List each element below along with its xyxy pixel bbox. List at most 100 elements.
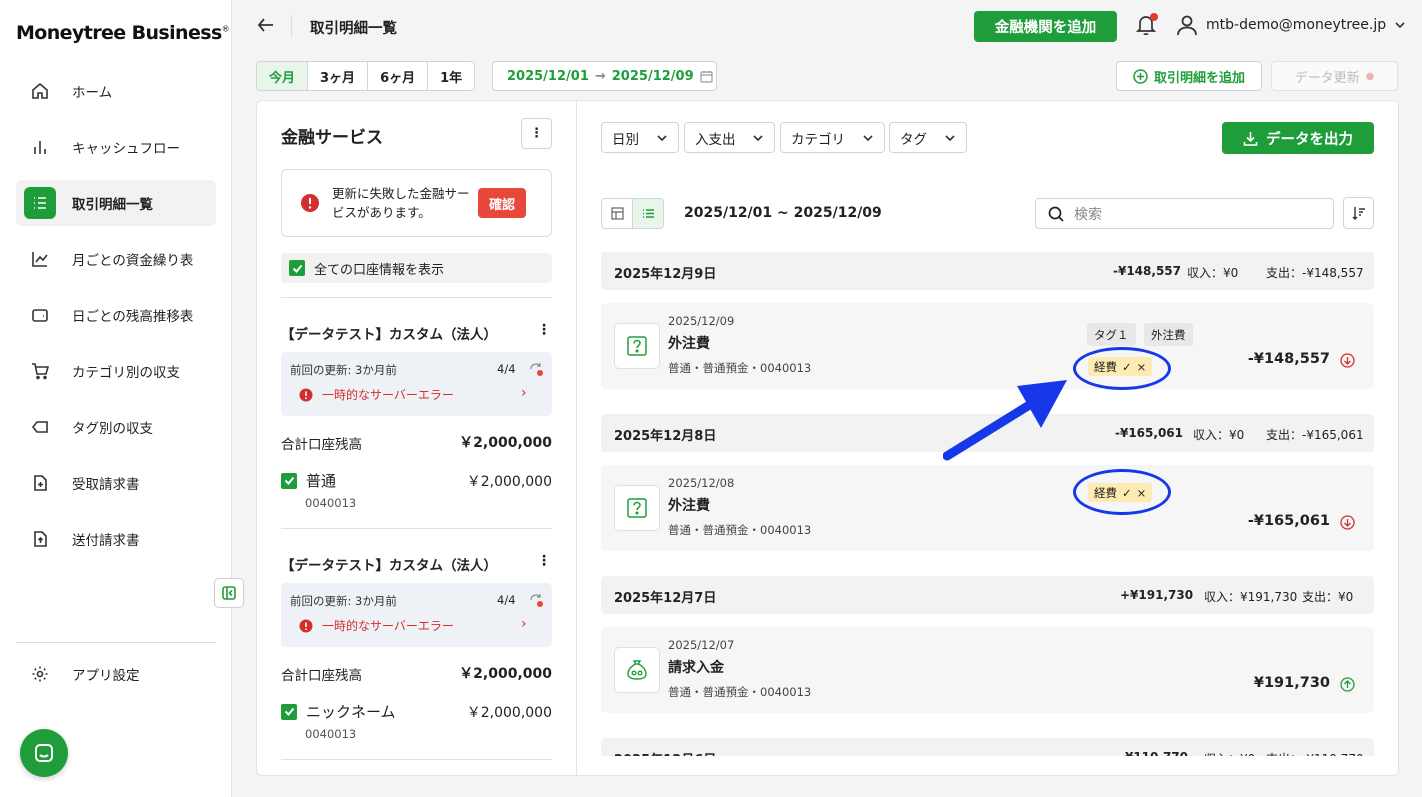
sub-account-row[interactable]: ニックネーム <box>281 701 396 722</box>
money-bag-icon <box>614 647 660 693</box>
sidebar-item-label: 送付請求書 <box>72 533 140 549</box>
close-icon[interactable]: × <box>1137 486 1147 500</box>
sidebar-item-settings[interactable]: アプリ設定 <box>16 651 216 697</box>
brand-logo[interactable]: Moneytree Business® <box>16 22 230 44</box>
add-transaction-button[interactable]: 取引明細を追加 <box>1116 61 1262 91</box>
sub-account-number: 0040013 <box>305 727 357 741</box>
close-icon[interactable]: × <box>1137 360 1147 374</box>
sort-button[interactable] <box>1343 197 1374 229</box>
sidebar-item-label: 受取請求書 <box>72 477 140 493</box>
error-icon <box>299 619 313 632</box>
category-chip[interactable]: 経費 ✓ × <box>1088 357 1153 376</box>
search-placeholder: 検索 <box>1074 206 1102 223</box>
panel-menu-button[interactable]: ⋮ <box>521 118 552 149</box>
group-by-label: 日別 <box>612 131 639 148</box>
user-menu[interactable]: mtb-demo@moneytree.jp <box>1176 14 1406 36</box>
sub-account-row[interactable]: 普通 <box>281 470 336 491</box>
sidebar-item-sent-invoices[interactable]: 送付請求書 <box>16 516 216 562</box>
flow-label: 入支出 <box>695 131 736 148</box>
total-balance-value: ￥2,000,000 <box>459 435 552 451</box>
sidebar-item-label: キャッシュフロー <box>72 141 180 157</box>
sidebar-item-tag[interactable]: タグ別の収支 <box>16 404 216 450</box>
checkbox-checked[interactable] <box>281 472 297 489</box>
sidebar-item-received-invoices[interactable]: 受取請求書 <box>16 460 216 506</box>
collapse-sidebar-button[interactable] <box>214 578 244 608</box>
error-icon <box>301 194 319 212</box>
sidebar-item-label: ホーム <box>72 85 113 101</box>
view-toggle <box>601 198 664 229</box>
divider <box>281 759 552 760</box>
financial-services-panel: 金融サービス ⋮ 更新に失敗した金融サービスがあります。 確認 全ての口座情報を… <box>256 100 577 776</box>
page-title: 取引明細一覧 <box>310 21 397 37</box>
add-transaction-label: 取引明細を追加 <box>1153 70 1245 86</box>
chevron-down-icon <box>1395 22 1405 29</box>
list-icon <box>24 187 56 219</box>
sidebar-item-monthly-cash[interactable]: 月ごとの資金繰り表 <box>16 236 216 282</box>
account-menu-button[interactable]: ⋮ <box>537 322 551 338</box>
check-icon[interactable]: ✓ <box>1122 360 1132 374</box>
list-view-icon[interactable] <box>632 199 663 228</box>
tag-dropdown[interactable]: タグ <box>889 122 967 153</box>
period-6-months[interactable]: 6ヶ月 <box>368 62 429 90</box>
export-data-button[interactable]: データを出力 <box>1222 122 1374 154</box>
sync-error-icon <box>530 594 543 607</box>
expense-arrow-icon <box>1340 515 1355 530</box>
sidebar-item-label: タグ別の収支 <box>72 421 153 437</box>
transaction-amount: -¥165,061 <box>1247 513 1330 529</box>
day-income: 収入：¥0 <box>1193 428 1245 442</box>
search-input[interactable]: 検索 <box>1035 198 1334 229</box>
check-icon[interactable]: ✓ <box>1122 486 1132 500</box>
checkbox-checked[interactable] <box>281 703 297 720</box>
tag-chip[interactable]: タグ１ <box>1087 323 1136 346</box>
period-1-year[interactable]: 1年 <box>428 62 474 90</box>
period-3-months[interactable]: 3ヶ月 <box>308 62 369 90</box>
invoice-out-icon <box>24 523 56 555</box>
account-status[interactable]: 前回の更新: 3か月前 4/4 一時的なサーバーエラー › <box>281 583 552 647</box>
date-range-picker[interactable]: 2025/12/01 → 2025/12/09 <box>492 61 717 91</box>
day-net: -¥165,061 <box>1115 426 1183 440</box>
tag-chip[interactable]: 外注費 <box>1144 323 1193 346</box>
period-this-month[interactable]: 今月 <box>257 62 309 90</box>
checkbox-checked[interactable] <box>289 260 305 276</box>
confirm-button[interactable]: 確認 <box>478 188 526 218</box>
transaction-row[interactable]: 2025/12/07 請求入金 普通・普通預金・0040013 ¥191,730 <box>601 627 1374 713</box>
category-chip[interactable]: 経費 ✓ × <box>1088 483 1153 502</box>
transaction-row[interactable]: 2025/12/09 外注費 普通・普通預金・0040013 タグ１ 外注費 経… <box>601 303 1374 389</box>
add-bank-button[interactable]: 金融機関を追加 <box>974 11 1117 42</box>
divider <box>281 528 552 529</box>
day-header: 2025年12月8日 -¥165,061 収入：¥0 支出：-¥165,061 <box>601 414 1374 452</box>
sidebar-item-cashflow[interactable]: キャッシュフロー <box>16 124 216 170</box>
table-view-icon[interactable] <box>602 199 632 228</box>
date-to: 2025/12/09 <box>611 68 694 84</box>
sort-icon <box>1352 207 1365 220</box>
data-refresh-button[interactable]: データ更新 ● <box>1271 61 1398 91</box>
last-update-text: 前回の更新: 3か月前 <box>290 594 397 608</box>
date-from: 2025/12/01 <box>507 68 589 84</box>
day-header: 2025年12月9日 -¥148,557 収入：¥0 支出：-¥148,557 <box>601 252 1374 290</box>
calendar-icon <box>700 70 713 83</box>
sidebar-item-label: 月ごとの資金繰り表 <box>72 253 194 269</box>
show-all-accounts-toggle[interactable]: 全ての口座情報を表示 <box>281 253 552 283</box>
back-arrow-icon[interactable] <box>256 15 278 37</box>
group-by-dropdown[interactable]: 日別 <box>601 122 679 153</box>
sidebar-item-category[interactable]: カテゴリ別の収支 <box>16 348 216 394</box>
chat-button[interactable] <box>20 729 68 777</box>
account-status[interactable]: 前回の更新: 3か月前 4/4 一時的なサーバーエラー › <box>281 352 552 416</box>
transaction-account: 普通・普通預金・0040013 <box>668 361 812 375</box>
transaction-name: 請求入金 <box>668 660 724 676</box>
account-menu-button[interactable]: ⋮ <box>537 553 551 569</box>
user-email: mtb-demo@moneytree.jp <box>1206 17 1387 33</box>
notification-badge <box>1150 13 1158 21</box>
unknown-category-icon <box>614 485 660 531</box>
transaction-row[interactable]: 2025/12/08 外注費 普通・普通預金・0040013 経費 ✓ × -¥… <box>601 465 1374 551</box>
sidebar-item-transactions[interactable]: 取引明細一覧 <box>16 180 216 226</box>
sidebar-item-daily-balance[interactable]: 日ごとの残高推移表 <box>16 292 216 338</box>
header-separator <box>291 15 292 37</box>
chevron-right-icon: › <box>521 616 527 632</box>
flow-dropdown[interactable]: 入支出 <box>684 122 775 153</box>
transaction-date: 2025/12/08 <box>668 476 735 490</box>
sidebar-item-label: アプリ設定 <box>72 668 140 684</box>
day-expense: 支出：¥0 <box>1302 590 1354 604</box>
category-dropdown[interactable]: カテゴリ <box>780 122 885 153</box>
sidebar-item-home[interactable]: ホーム <box>16 68 216 114</box>
